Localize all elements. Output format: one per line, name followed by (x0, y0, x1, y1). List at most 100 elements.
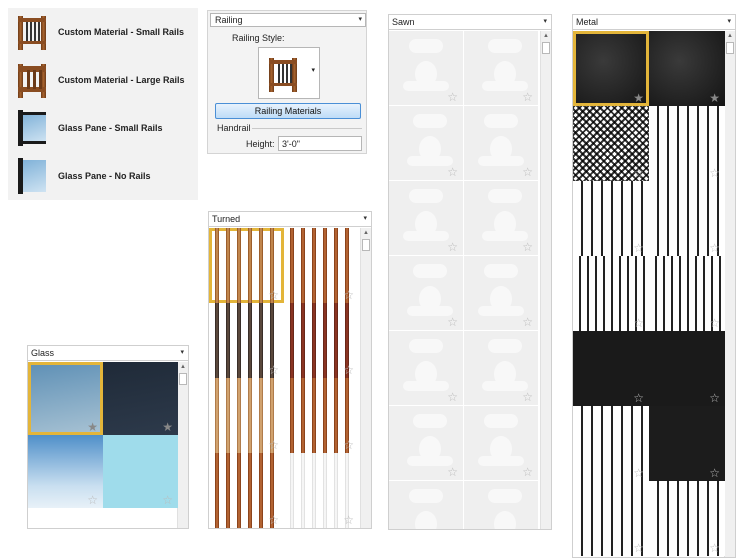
favorite-star-icon[interactable]: ☆ (522, 391, 533, 403)
sawn-material-tile[interactable]: ☆ (464, 31, 539, 106)
glass-material-tile[interactable]: ☆ (103, 435, 178, 508)
favorite-star-icon[interactable]: ☆ (709, 167, 720, 179)
scrollbar[interactable]: ▲ (540, 31, 551, 529)
favorite-star-icon[interactable]: ☆ (343, 289, 354, 301)
metal-material-tile[interactable]: ★ (573, 31, 649, 106)
metal-material-tile[interactable]: ☆ (649, 481, 725, 556)
scroll-up-icon[interactable]: ▲ (725, 31, 735, 41)
favorite-star-icon[interactable]: ☆ (709, 467, 720, 479)
metal-material-tile[interactable]: ☆ (573, 481, 649, 556)
scrollbar[interactable]: ▲ (724, 31, 735, 557)
metal-material-tile[interactable]: ☆ (649, 181, 725, 256)
metal-material-tile[interactable]: ☆ (649, 406, 725, 481)
scroll-up-icon[interactable]: ▲ (361, 228, 371, 238)
sawn-material-tile[interactable]: ☆ (464, 181, 539, 256)
turned-material-tile[interactable]: ☆ (284, 228, 359, 303)
favorite-star-icon[interactable]: ☆ (522, 466, 533, 478)
favorite-star-icon[interactable]: ☆ (343, 364, 354, 376)
sawn-material-tile[interactable]: ☆ (464, 106, 539, 181)
metal-material-tile[interactable]: ☆ (573, 406, 649, 481)
favorite-star-icon[interactable]: ☆ (633, 242, 644, 254)
turned-category-dropdown[interactable]: Turned ▾ (209, 212, 371, 227)
metal-category-dropdown[interactable]: Metal ▾ (573, 15, 735, 30)
favorite-star-icon[interactable]: ☆ (343, 514, 354, 526)
turned-material-tile[interactable]: ☆ (209, 378, 284, 453)
scroll-up-icon[interactable]: ▲ (541, 31, 551, 41)
scrollbar[interactable]: ▲ (360, 228, 371, 528)
turned-material-tile[interactable]: ☆ (284, 378, 359, 453)
favorite-star-icon[interactable]: ★ (709, 92, 720, 104)
sawn-material-tile[interactable]: ☆ (389, 256, 464, 331)
metal-material-tile[interactable]: ☆ (649, 106, 725, 181)
favorite-star-icon[interactable]: ☆ (522, 91, 533, 103)
style-item-glass-small-rails[interactable]: Glass Pane - Small Rails (8, 106, 198, 150)
glass-category-dropdown[interactable]: Glass ▾ (28, 346, 188, 361)
turned-material-tile[interactable]: ☆ (209, 228, 284, 303)
favorite-star-icon[interactable]: ☆ (268, 439, 279, 451)
sawn-material-tile[interactable]: ☆ (389, 31, 464, 106)
scrollbar-thumb[interactable] (726, 42, 734, 54)
favorite-star-icon[interactable]: ☆ (268, 364, 279, 376)
glass-material-tile[interactable]: ★ (103, 362, 178, 435)
height-input[interactable] (278, 136, 362, 151)
favorite-star-icon[interactable]: ☆ (522, 241, 533, 253)
turned-material-tile[interactable]: ☆ (284, 303, 359, 378)
scrollbar-thumb[interactable] (542, 42, 550, 54)
favorite-star-icon[interactable]: ☆ (343, 439, 354, 451)
sawn-material-tile[interactable]: ☆ (389, 331, 464, 406)
favorite-star-icon[interactable]: ☆ (447, 166, 458, 178)
metal-material-tile[interactable]: ☆ (649, 331, 725, 406)
glass-material-tile[interactable]: ☆ (28, 435, 103, 508)
favorite-star-icon[interactable]: ☆ (522, 166, 533, 178)
favorite-star-icon[interactable]: ★ (87, 421, 98, 433)
glass-material-tile[interactable]: ★ (28, 362, 103, 435)
favorite-star-icon[interactable]: ☆ (633, 317, 644, 329)
favorite-star-icon[interactable]: ☆ (447, 241, 458, 253)
favorite-star-icon[interactable]: ★ (162, 421, 173, 433)
metal-material-tile[interactable]: ☆ (573, 256, 649, 331)
sawn-material-tile[interactable]: ☆ (464, 256, 539, 331)
turned-material-tile[interactable]: ☆ (209, 453, 284, 528)
favorite-star-icon[interactable]: ☆ (709, 317, 720, 329)
metal-material-tile[interactable]: ☆ (649, 256, 725, 331)
railing-style-picker[interactable]: ▾ (258, 47, 320, 99)
favorite-star-icon[interactable]: ☆ (633, 392, 644, 404)
sawn-category-dropdown[interactable]: Sawn ▾ (389, 15, 551, 30)
favorite-star-icon[interactable]: ☆ (268, 514, 279, 526)
sawn-material-tile[interactable]: ☆ (464, 331, 539, 406)
favorite-star-icon[interactable]: ☆ (162, 494, 173, 506)
turned-material-tile[interactable]: ☆ (209, 303, 284, 378)
favorite-star-icon[interactable]: ☆ (447, 391, 458, 403)
favorite-star-icon[interactable]: ☆ (633, 542, 644, 554)
favorite-star-icon[interactable]: ☆ (447, 91, 458, 103)
sawn-material-tile[interactable]: ☆ (389, 181, 464, 256)
favorite-star-icon[interactable]: ☆ (709, 242, 720, 254)
sawn-material-tile[interactable]: ☆ (464, 406, 539, 481)
scrollbar-thumb[interactable] (362, 239, 370, 251)
sawn-material-tile[interactable]: ☆ (389, 106, 464, 181)
style-item-glass-no-rails[interactable]: Glass Pane - No Rails (8, 154, 198, 198)
favorite-star-icon[interactable]: ☆ (447, 316, 458, 328)
favorite-star-icon[interactable]: ☆ (633, 467, 644, 479)
favorite-star-icon[interactable]: ☆ (633, 167, 644, 179)
sawn-material-tile[interactable]: ☆ (464, 481, 539, 529)
style-item-custom-large-rails[interactable]: Custom Material - Large Rails (8, 58, 198, 102)
sawn-material-tile[interactable]: ☆ (389, 406, 464, 481)
favorite-star-icon[interactable]: ★ (633, 92, 644, 104)
metal-material-tile[interactable]: ☆ (573, 331, 649, 406)
category-dropdown[interactable]: Railing ▾ (210, 13, 366, 27)
favorite-star-icon[interactable]: ☆ (522, 316, 533, 328)
style-item-custom-small-rails[interactable]: Custom Material - Small Rails (8, 10, 198, 54)
turned-material-tile[interactable]: ☆ (284, 453, 359, 528)
metal-material-tile[interactable]: ☆ (573, 181, 649, 256)
favorite-star-icon[interactable]: ☆ (447, 466, 458, 478)
railing-materials-button[interactable]: Railing Materials (215, 103, 361, 119)
favorite-star-icon[interactable]: ☆ (709, 542, 720, 554)
scrollbar[interactable]: ▲ (177, 362, 188, 528)
metal-material-tile[interactable]: ★ (649, 31, 725, 106)
metal-material-tile[interactable]: ☆ (573, 106, 649, 181)
scrollbar-thumb[interactable] (179, 373, 187, 385)
favorite-star-icon[interactable]: ☆ (709, 392, 720, 404)
favorite-star-icon[interactable]: ☆ (87, 494, 98, 506)
sawn-material-tile[interactable]: ☆ (389, 481, 464, 529)
